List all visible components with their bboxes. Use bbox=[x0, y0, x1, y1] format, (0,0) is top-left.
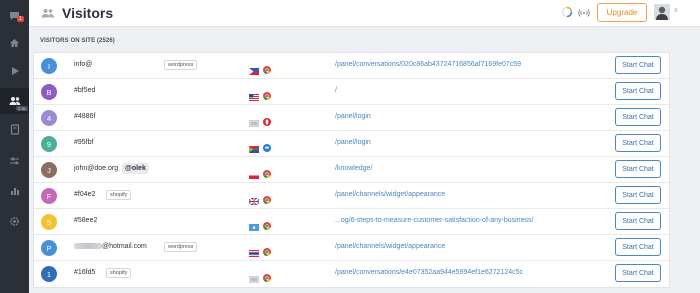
chrome-icon bbox=[263, 87, 271, 101]
visitor-avatar: P bbox=[41, 240, 57, 256]
user-avatar[interactable] bbox=[654, 4, 670, 20]
visitor-name[interactable]: info@ bbox=[74, 61, 92, 68]
country-flag-icon bbox=[248, 114, 260, 128]
chrome-icon bbox=[263, 61, 271, 75]
visitor-row[interactable]: F #f04e2 shopify/panel/channels/widget/app… bbox=[34, 183, 669, 209]
page-title: Visitors bbox=[62, 5, 114, 21]
visitors-count-badge: 2.5k bbox=[16, 106, 28, 111]
visitor-row[interactable]: 4 #4886f/panel/login Start Chat bbox=[34, 105, 669, 131]
country-flag-icon bbox=[249, 218, 259, 231]
visitor-tag: wordpress bbox=[164, 60, 198, 70]
sidebar-item-chats[interactable] bbox=[0, 3, 29, 29]
visitor-page-link[interactable]: /panel/channels/widget/appearance bbox=[335, 243, 445, 250]
visitor-page-link[interactable]: /panel/login bbox=[335, 139, 371, 146]
section-title: VISITORS ON SITE (2526) bbox=[40, 38, 115, 44]
visitor-avatar: J bbox=[41, 162, 57, 178]
chrome-icon bbox=[263, 165, 271, 179]
sidebar-item-home[interactable] bbox=[0, 30, 29, 56]
opera-icon bbox=[263, 113, 271, 126]
chrome-icon bbox=[263, 191, 271, 205]
visitor-name[interactable]: #f04e2 bbox=[74, 191, 95, 198]
visitor-avatar: 4 bbox=[41, 110, 57, 126]
visitor-page-link[interactable]: ...og/6-steps-to-measure-customer-satisf… bbox=[335, 217, 533, 224]
broadcast-icon[interactable] bbox=[578, 6, 590, 18]
sidebar-item-automation[interactable] bbox=[0, 148, 29, 174]
assigned-agent: @olek bbox=[122, 163, 149, 174]
visitor-avatar: I bbox=[41, 58, 57, 74]
visitors-table: Iinfo@ wordpress/panel/conversations/020c… bbox=[33, 52, 670, 288]
sidebar-item-play[interactable] bbox=[0, 58, 29, 84]
sidebar-item-knowledge[interactable] bbox=[0, 116, 29, 142]
start-chat-button[interactable]: Start Chat bbox=[615, 82, 661, 100]
visitor-avatar: 5 bbox=[41, 214, 57, 230]
country-flag-icon bbox=[249, 88, 259, 101]
sidebar-item-settings[interactable] bbox=[0, 208, 29, 234]
user-menu-icon[interactable]: ≡ bbox=[674, 8, 678, 14]
visitor-avatar: 9 bbox=[41, 136, 57, 152]
visitor-row[interactable]: Iinfo@ wordpress/panel/conversations/020c… bbox=[34, 53, 669, 79]
sidebar: 1 2.5k bbox=[0, 0, 29, 293]
visitor-row[interactable]: 5 #58ee2 ...og/6-steps-to-measure-customer… bbox=[34, 209, 669, 235]
start-chat-button[interactable]: Start Chat bbox=[615, 264, 661, 282]
start-chat-button[interactable]: Start Chat bbox=[615, 160, 661, 178]
visitor-page-link[interactable]: / bbox=[335, 87, 337, 94]
visitor-row[interactable]: B #bf5ed / Start Chat bbox=[34, 79, 669, 105]
chrome-icon bbox=[263, 243, 271, 257]
visitor-row[interactable]: 1 #16fd5 shopify/panel/conversations/e4e07… bbox=[34, 261, 669, 287]
redacted-text bbox=[74, 243, 102, 250]
start-chat-button[interactable]: Start Chat bbox=[615, 56, 661, 74]
visitor-avatar: 1 bbox=[41, 266, 57, 282]
visitor-page-link[interactable]: /panel/login bbox=[335, 113, 371, 120]
visitors-icon bbox=[9, 97, 20, 105]
visitor-name[interactable]: #16fd5 bbox=[74, 269, 95, 276]
chrome-icon bbox=[263, 269, 271, 283]
home-icon bbox=[10, 39, 19, 47]
visitor-name[interactable]: #bf5ed bbox=[74, 87, 95, 94]
visitor-avatar: F bbox=[41, 188, 57, 204]
visitor-tag: wordpress bbox=[164, 242, 198, 252]
visitor-name[interactable]: john@doe.org bbox=[74, 165, 118, 172]
visitor-tag: shopify bbox=[106, 190, 132, 200]
status-ring-icon[interactable] bbox=[561, 6, 573, 18]
sliders-icon bbox=[10, 157, 19, 165]
start-chat-button[interactable]: Start Chat bbox=[615, 238, 661, 256]
play-icon bbox=[11, 67, 19, 75]
visitor-page-link[interactable]: /knowledge/ bbox=[335, 165, 372, 172]
country-flag-icon bbox=[249, 62, 259, 75]
visitor-row[interactable]: Jjohn@doe.org @olek/knowledge/Start Chat bbox=[34, 157, 669, 183]
settings-icon bbox=[10, 216, 19, 226]
notification-badge: 1 bbox=[17, 16, 24, 22]
start-chat-button[interactable]: Start Chat bbox=[615, 186, 661, 204]
visitor-name[interactable]: @hotmail.com bbox=[74, 243, 147, 250]
top-header: Visitors Upgrade ≡ bbox=[29, 0, 700, 27]
country-flag-icon bbox=[249, 140, 259, 153]
upgrade-button[interactable]: Upgrade bbox=[597, 3, 647, 22]
visitor-name[interactable]: #58ee2 bbox=[74, 217, 97, 224]
visitor-name-text: @hotmail.com bbox=[102, 243, 147, 250]
visitor-page-link[interactable]: /panel/channels/widget/appearance bbox=[335, 191, 445, 198]
visitor-name[interactable]: #4886f bbox=[74, 113, 95, 120]
visitor-row[interactable]: 9 #95fbf/panel/login Start Chat bbox=[34, 131, 669, 157]
country-flag-icon bbox=[248, 166, 260, 179]
visitor-page-link[interactable]: /panel/conversations/e4e07352aa944e5994e… bbox=[335, 269, 523, 276]
edge-icon bbox=[263, 139, 271, 152]
visitor-tag: shopify bbox=[106, 268, 132, 278]
country-flag-icon bbox=[249, 244, 259, 257]
start-chat-button[interactable]: Start Chat bbox=[615, 108, 661, 126]
visitors-header-icon bbox=[41, 9, 55, 18]
sidebar-item-stats[interactable] bbox=[0, 178, 29, 204]
visitor-row[interactable]: P @hotmail.com wordpress/panel/channels/wi… bbox=[34, 235, 669, 261]
country-flag-icon bbox=[248, 192, 260, 206]
chrome-icon bbox=[263, 217, 271, 231]
book-icon bbox=[10, 123, 19, 135]
start-chat-button[interactable]: Start Chat bbox=[615, 212, 661, 230]
country-flag-icon bbox=[248, 270, 260, 284]
visitor-avatar: B bbox=[41, 84, 57, 100]
visitor-name[interactable]: #95fbf bbox=[74, 139, 93, 146]
visitor-page-link[interactable]: /panel/conversations/020c86ab43724716856… bbox=[335, 61, 521, 68]
stats-icon bbox=[10, 188, 19, 195]
start-chat-button[interactable]: Start Chat bbox=[615, 134, 661, 152]
